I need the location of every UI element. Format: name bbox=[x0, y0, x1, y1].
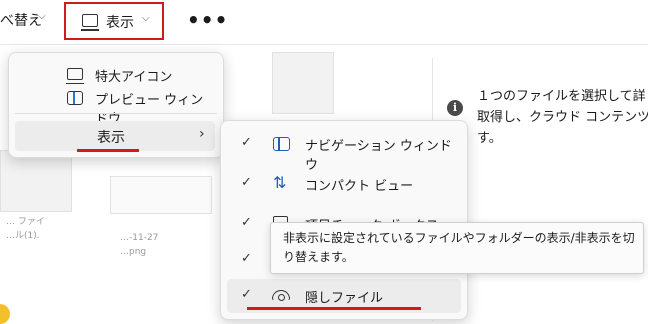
monitor-icon bbox=[81, 14, 99, 31]
menu-item-label: コンパクト ビュー bbox=[305, 179, 414, 194]
menu-item-label: 隠しファイル bbox=[305, 291, 384, 306]
folder-icon bbox=[0, 304, 10, 324]
tooltip: 非表示に設定されているファイルやフォルダーの表示/非表示を切 り替えます。 bbox=[270, 222, 644, 274]
checkmark-icon: ✓ bbox=[241, 287, 252, 302]
file-name: …ル(1). bbox=[6, 231, 40, 241]
highlight-underline bbox=[77, 149, 139, 152]
file-thumbnail[interactable] bbox=[110, 176, 212, 214]
menu-item-extra-large-icons[interactable]: 特大アイコン bbox=[15, 63, 215, 87]
checkmark-icon: ✓ bbox=[241, 135, 252, 150]
preview-pane-icon bbox=[67, 91, 83, 105]
navigation-pane-icon bbox=[273, 137, 290, 151]
menu-item-label: 表示 bbox=[97, 130, 125, 146]
chevron-down-icon: ⌵ bbox=[38, 11, 46, 22]
file-name: …png bbox=[120, 247, 147, 257]
info-icon: i bbox=[447, 100, 463, 116]
monitor-icon bbox=[66, 68, 84, 84]
show-submenu: ✓ ナビゲーション ウィンドウ ✓ ⇅ コンパクト ビュー ✓ 項目チェック ボ… bbox=[220, 120, 468, 320]
menu-item-compact-view[interactable]: ✓ ⇅ コンパクト ビュー bbox=[227, 167, 461, 201]
checkmark-icon: ✓ bbox=[241, 251, 252, 266]
menu-divider bbox=[15, 113, 217, 114]
details-message: １つのファイルを選択して詳 取得し、クラウド コンテンツを す。 bbox=[477, 89, 648, 146]
eye-icon bbox=[272, 290, 290, 301]
tooltip-text: 非表示に設定されているファイルやフォルダーの表示/非表示を切 り替えます。 bbox=[283, 231, 635, 264]
file-thumbnail[interactable] bbox=[272, 52, 334, 114]
chevron-right-icon: › bbox=[199, 126, 205, 142]
file-name: …-11-27 bbox=[120, 233, 159, 243]
menu-item-show[interactable]: 表示 › bbox=[15, 121, 215, 151]
checkmark-icon: ✓ bbox=[241, 175, 252, 190]
chevron-down-icon: ⌵ bbox=[142, 13, 150, 24]
compact-view-icon: ⇅ bbox=[273, 173, 287, 192]
view-button[interactable]: 表示 ⌵ bbox=[64, 2, 164, 40]
sort-button-label[interactable]: べ替え bbox=[0, 10, 42, 30]
view-menu: 特大アイコン プレビュー ウィンドウ 表示 › bbox=[8, 52, 224, 158]
command-bar: べ替え ⌵ 表示 ⌵ ••• bbox=[0, 0, 648, 45]
more-options-button[interactable]: ••• bbox=[187, 8, 228, 32]
menu-item-navigation-pane[interactable]: ✓ ナビゲーション ウィンドウ bbox=[227, 127, 461, 173]
checkmark-icon: ✓ bbox=[241, 215, 252, 230]
menu-item-preview-pane[interactable]: プレビュー ウィンドウ bbox=[15, 86, 215, 127]
menu-item-label: 特大アイコン bbox=[95, 70, 173, 85]
view-button-label: 表示 bbox=[106, 15, 134, 31]
highlight-underline bbox=[247, 307, 421, 310]
file-name: … ファイ bbox=[6, 217, 45, 227]
file-thumbnail[interactable] bbox=[0, 150, 72, 212]
